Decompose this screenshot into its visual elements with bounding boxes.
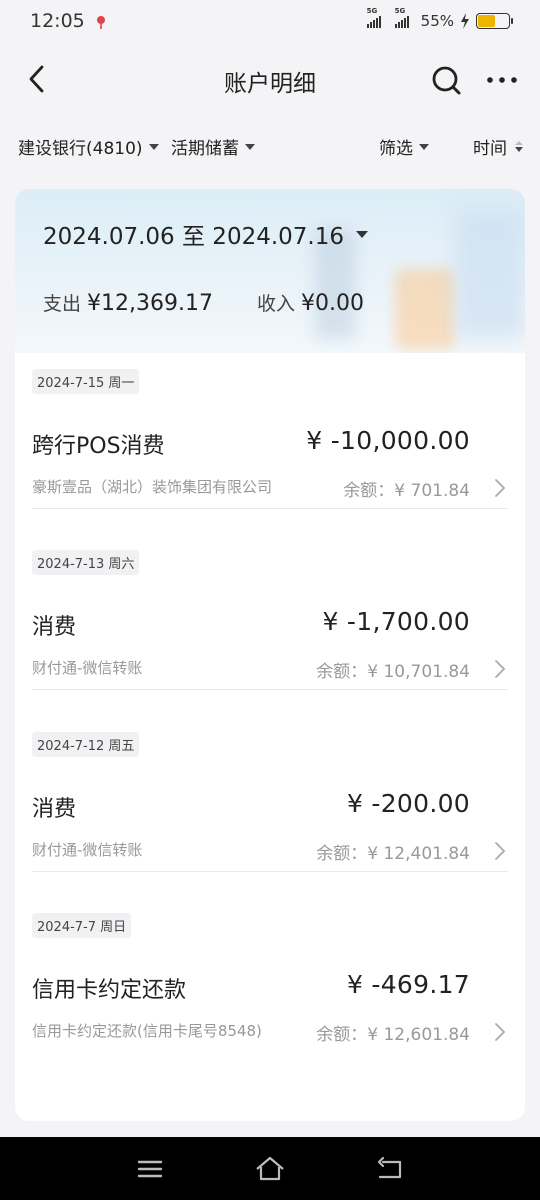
chevron-right-icon <box>495 1023 506 1041</box>
totals: 支出 ¥12,369.17 收入 ¥0.00 <box>43 289 364 316</box>
income-total: 收入 ¥0.00 <box>257 289 364 316</box>
sort-time[interactable]: 时间 <box>473 134 523 159</box>
date-chip: 2024-7-13 周六 <box>32 550 140 575</box>
more-options-icon[interactable] <box>484 62 520 98</box>
account-type-label: 活期储蓄 <box>171 139 239 159</box>
account-filter-label: 建设银行(4810) <box>18 139 143 159</box>
divider <box>32 508 508 509</box>
date-range-label: 2024.07.06 至 2024.07.16 <box>43 224 344 250</box>
system-nav-bar <box>0 1137 540 1200</box>
transaction-balance: 余额：¥ 10,701.84 <box>316 662 470 682</box>
status-left: 12:05 <box>30 10 107 32</box>
account-type-filter[interactable]: 活期储蓄 <box>171 134 255 159</box>
transaction-amount: ¥ -1,700.00 <box>322 607 470 636</box>
expense-total: 支出 ¥12,369.17 <box>43 289 213 316</box>
expense-label: 支出 <box>43 293 82 315</box>
divider <box>32 871 508 872</box>
transaction-amount: ¥ -200.00 <box>346 789 470 818</box>
location-pin-icon <box>96 16 105 29</box>
signal-5g-icon-1: 5G <box>366 7 381 28</box>
transaction-party: 财付通-微信转账 <box>32 659 143 677</box>
transaction-party: 财付通-微信转账 <box>32 841 143 859</box>
menu-icon[interactable] <box>134 1153 166 1185</box>
home-icon[interactable] <box>254 1153 286 1185</box>
status-bar: 12:05 5G 5G 55% <box>0 0 540 42</box>
chevron-down-icon <box>148 143 159 150</box>
signal-5g-icon-2: 5G <box>394 7 409 28</box>
chevron-right-icon <box>495 842 506 860</box>
summary-banner: 2024.07.06 至 2024.07.16 支出 ¥12,369.17 收入 ¥… <box>15 189 525 353</box>
chevron-down-icon <box>245 143 255 150</box>
income-label: 收入 <box>256 293 295 315</box>
transaction-name: 消费 <box>32 797 77 822</box>
charging-icon <box>461 13 469 29</box>
search-icon[interactable] <box>428 62 464 98</box>
transaction-name: 消费 <box>32 615 77 640</box>
divider <box>32 689 508 690</box>
transaction-name: 信用卡约定还款 <box>32 978 187 1003</box>
status-right: 5G 5G 55% <box>366 7 513 30</box>
transaction-name: 跨行POS消费 <box>32 434 165 459</box>
transaction-amount: ¥ -10,000.00 <box>306 426 470 455</box>
date-chip: 2024-7-7 周日 <box>32 913 132 938</box>
date-chip: 2024-7-15 周一 <box>32 369 140 394</box>
transaction-amount: ¥ -469.17 <box>346 970 470 999</box>
chevron-right-icon <box>495 660 506 678</box>
transaction-party: 信用卡约定还款(信用卡尾号8548) <box>32 1022 262 1040</box>
account-filter[interactable]: 建设银行(4810) <box>18 134 159 159</box>
transaction-balance: 余额：¥ 12,401.84 <box>316 844 470 864</box>
transactions-card: 2024.07.06 至 2024.07.16 支出 ¥12,369.17 收入 ¥… <box>15 189 525 1121</box>
date-chip: 2024-7-12 周五 <box>32 732 140 757</box>
sort-icon <box>515 141 523 152</box>
transaction-group: 2024-7-15 周一 跨行POS消费 ¥ -10,000.00 豪斯壹品（湖… <box>32 369 508 501</box>
screen-filter-label: 筛选 <box>379 139 413 159</box>
screen-filter[interactable]: 筛选 <box>379 134 429 159</box>
sort-time-label: 时间 <box>473 139 507 159</box>
transaction-group: 2024-7-13 周六 消费 ¥ -1,700.00 财付通-微信转账 余额：… <box>32 550 508 682</box>
battery-icon <box>476 13 513 29</box>
back-nav-icon[interactable] <box>374 1153 406 1185</box>
transaction-balance: 余额：¥ 12,601.84 <box>316 1025 470 1045</box>
transaction-party: 豪斯壹品（湖北）装饰集团有限公司 <box>32 478 273 496</box>
filter-bar: 建设银行(4810) 活期储蓄 筛选 时间 <box>0 128 540 164</box>
date-range-selector[interactable]: 2024.07.06 至 2024.07.16 <box>43 217 368 251</box>
chevron-right-icon <box>495 479 506 497</box>
transaction-row[interactable]: 信用卡约定还款 ¥ -469.17 信用卡约定还款(信用卡尾号8548) 余额：… <box>32 938 508 1045</box>
battery-percent: 55% <box>420 12 454 30</box>
transaction-balance: 余额：¥ 701.84 <box>343 481 470 501</box>
income-amount: ¥0.00 <box>301 291 364 316</box>
transaction-row[interactable]: 消费 ¥ -1,700.00 财付通-微信转账 余额：¥ 10,701.84 <box>32 575 508 682</box>
chevron-down-icon <box>356 230 368 238</box>
expense-amount: ¥12,369.17 <box>87 291 213 316</box>
header: 账户明细 <box>0 50 540 110</box>
transaction-row[interactable]: 消费 ¥ -200.00 财付通-微信转账 余额：¥ 12,401.84 <box>32 757 508 864</box>
transaction-row[interactable]: 跨行POS消费 ¥ -10,000.00 豪斯壹品（湖北）装饰集团有限公司 余额… <box>32 394 508 501</box>
chevron-down-icon <box>419 143 429 150</box>
transaction-group: 2024-7-7 周日 信用卡约定还款 ¥ -469.17 信用卡约定还款(信用… <box>32 913 508 1045</box>
status-time: 12:05 <box>30 10 85 32</box>
transaction-group: 2024-7-12 周五 消费 ¥ -200.00 财付通-微信转账 余额：¥ … <box>32 732 508 864</box>
